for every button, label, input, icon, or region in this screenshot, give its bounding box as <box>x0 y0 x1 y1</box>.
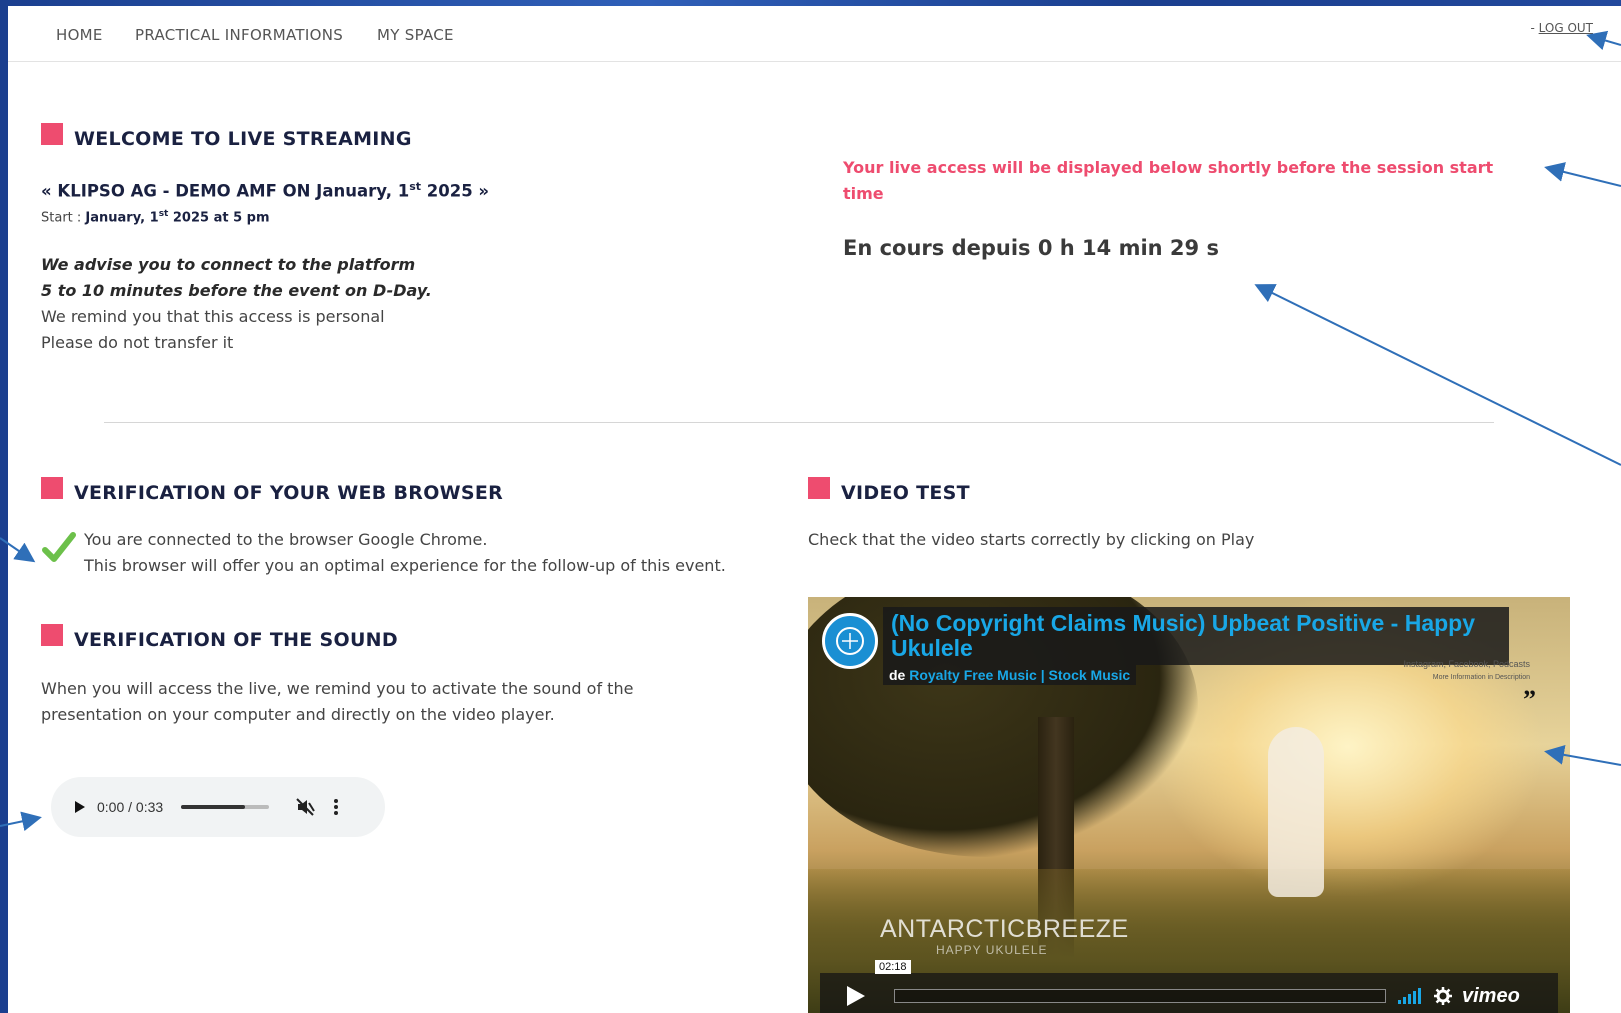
annotation-arrows <box>0 30 1621 832</box>
arrow-audio <box>0 811 42 832</box>
arrow-browser <box>0 537 36 563</box>
arrow-logout <box>1586 30 1621 51</box>
arrow-video <box>1544 744 1621 766</box>
arrow-live-status <box>1254 284 1621 466</box>
arrow-live-notice <box>1544 162 1621 187</box>
